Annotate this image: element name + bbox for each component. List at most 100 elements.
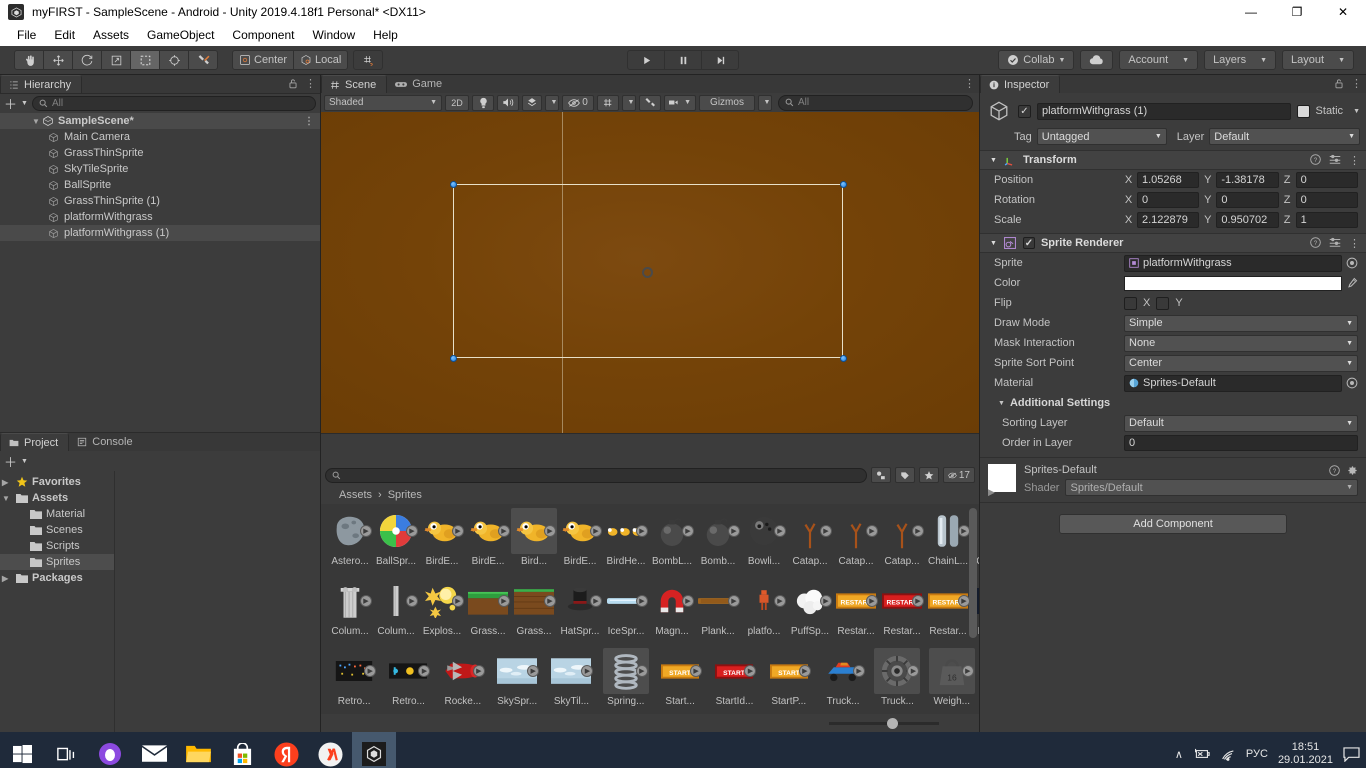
eyedropper-icon[interactable] <box>1346 277 1358 289</box>
gameobject-enabled-checkbox[interactable]: ✓ <box>1018 104 1031 118</box>
scene-tools-button[interactable] <box>639 94 661 111</box>
gizmos-button[interactable]: Gizmos <box>699 94 755 111</box>
scale-tool-button[interactable] <box>101 50 131 70</box>
project-tree-item[interactable]: Material <box>0 506 114 522</box>
grid-snap-button[interactable] <box>353 50 384 70</box>
asset-expand-icon[interactable]: ▶ <box>690 665 703 677</box>
project-search-input[interactable] <box>325 467 867 483</box>
clock[interactable]: 18:51 29.01.2021 <box>1278 741 1333 767</box>
material-picker-icon[interactable] <box>1346 377 1358 389</box>
asset-item[interactable]: START ▶ StartP... <box>762 644 816 714</box>
cloud-button[interactable] <box>1080 50 1114 70</box>
rotate-tool-button[interactable] <box>72 50 102 70</box>
material-expand-arrow[interactable]: ▶ <box>980 487 1366 498</box>
transform-x-input[interactable]: 1.05268 <box>1137 172 1200 188</box>
asset-item[interactable]: RESTART ▶ Restar... <box>833 574 879 644</box>
chevron-down-icon[interactable]: ▼ <box>998 400 1005 407</box>
asset-expand-icon[interactable]: ▶ <box>744 665 757 677</box>
transform-tool-button[interactable] <box>159 50 189 70</box>
asset-expand-icon[interactable]: ▶ <box>544 525 556 537</box>
asset-expand-icon[interactable]: ▶ <box>360 525 372 537</box>
pivot-center-button[interactable]: Center <box>232 50 295 70</box>
move-tool-button[interactable] <box>43 50 73 70</box>
asset-grid-scrollbar[interactable] <box>969 508 977 638</box>
asset-item[interactable]: ▶ Explos... <box>419 574 465 644</box>
toggle-2d-button[interactable]: 2D <box>445 94 469 111</box>
collab-button[interactable]: Collab ▼ <box>998 50 1075 70</box>
asset-expand-icon[interactable]: ▶ <box>452 595 464 607</box>
asset-item[interactable]: ▶ Astero... <box>327 504 373 574</box>
order-in-layer-input[interactable]: 0 <box>1124 435 1358 451</box>
handle-top-left[interactable] <box>450 181 457 188</box>
gameobject-name-input[interactable]: platformWithgrass (1) <box>1037 102 1291 120</box>
start-icon[interactable] <box>0 732 44 768</box>
menu-help[interactable]: Help <box>364 26 407 44</box>
asset-expand-icon[interactable]: ▶ <box>472 665 485 677</box>
asset-item[interactable]: ▶ SkyTil... <box>544 644 598 714</box>
help-icon[interactable]: ? <box>1329 464 1340 476</box>
menu-edit[interactable]: Edit <box>45 26 84 44</box>
notification-icon[interactable] <box>1343 746 1360 762</box>
mail-icon[interactable] <box>132 732 176 768</box>
asset-expand-icon[interactable]: ▶ <box>498 595 510 607</box>
hierarchy-item[interactable]: platformWithgrass (1) <box>0 225 320 241</box>
asset-item[interactable]: ▶ Magn... <box>649 574 695 644</box>
transform-y-input[interactable]: 0.950702 <box>1216 212 1279 228</box>
hierarchy-search-input[interactable]: All <box>31 96 316 111</box>
lighting-toggle-button[interactable] <box>472 94 494 111</box>
asset-expand-icon[interactable]: ▶ <box>774 525 786 537</box>
draw-mode-dropdown[interactable]: Simple ▼ <box>1124 314 1358 332</box>
pivot-rotation-button[interactable]: Local <box>293 50 349 70</box>
project-tree-item[interactable]: ▶ Favorites <box>0 474 114 490</box>
asset-item[interactable]: RESTART ▶ Restar... <box>925 574 971 644</box>
menu-window[interactable]: Window <box>303 26 364 44</box>
pause-button[interactable] <box>664 50 702 70</box>
transform-x-input[interactable]: 0 <box>1137 192 1200 208</box>
project-create-button[interactable]: ＋ ▼ <box>4 452 28 471</box>
asset-item[interactable]: ▶ Catap... <box>879 504 925 574</box>
thumbnail-size-slider[interactable] <box>829 717 939 729</box>
store-icon[interactable] <box>220 732 264 768</box>
slider-knob[interactable] <box>887 717 898 729</box>
project-tree-item[interactable]: Scenes <box>0 522 114 538</box>
asset-expand-icon[interactable]: ▶ <box>527 665 540 677</box>
asset-expand-icon[interactable]: ▶ <box>498 525 510 537</box>
asset-item[interactable]: ▶ Bird... <box>511 504 557 574</box>
preset-icon[interactable] <box>1329 154 1341 167</box>
add-component-button[interactable]: Add Component <box>1059 514 1287 534</box>
asset-expand-icon[interactable]: ▶ <box>590 595 602 607</box>
rect-tool-button[interactable] <box>130 50 160 70</box>
asset-item[interactable]: ▶ Plank... <box>695 574 741 644</box>
hierarchy-item[interactable]: Main Camera <box>0 129 320 145</box>
asset-item[interactable]: ▶ PuffSp... <box>787 574 833 644</box>
hand-tool-button[interactable] <box>14 50 44 70</box>
asset-item[interactable]: ▶ BirdE... <box>557 504 603 574</box>
hierarchy-item[interactable]: BallSprite <box>0 177 320 193</box>
transform-y-input[interactable]: -1.38178 <box>1216 172 1279 188</box>
transform-y-input[interactable]: 0 <box>1216 192 1279 208</box>
sprite-renderer-enabled-checkbox[interactable]: ✓ <box>1022 237 1035 249</box>
asset-item[interactable]: ▶ BombL... <box>649 504 695 574</box>
filter-by-type-button[interactable] <box>871 467 891 483</box>
hierarchy-menu-icon[interactable]: ⋮ <box>305 77 316 90</box>
mask-dropdown[interactable]: None ▼ <box>1124 334 1358 352</box>
asset-item[interactable]: ▶ Rocke... <box>436 644 490 714</box>
inspector-menu-icon[interactable]: ⋮ <box>1351 77 1362 90</box>
scene-search-input[interactable]: All <box>778 94 973 111</box>
lock-icon[interactable] <box>1334 78 1344 89</box>
asset-item[interactable]: ▶ Bowli... <box>741 504 787 574</box>
asset-item[interactable]: ▶ Bomb... <box>695 504 741 574</box>
asset-expand-icon[interactable]: ▶ <box>961 665 974 677</box>
hierarchy-item[interactable]: platformWithgrass <box>0 209 320 225</box>
component-menu-icon[interactable]: ⋮ <box>1349 154 1360 167</box>
sort-point-dropdown[interactable]: Center ▼ <box>1124 354 1358 372</box>
asset-item[interactable]: ▶ BallSpr... <box>373 504 419 574</box>
asset-expand-icon[interactable]: ▶ <box>728 525 740 537</box>
transform-z-input[interactable]: 1 <box>1295 212 1358 228</box>
cortana-icon[interactable] <box>88 732 132 768</box>
additional-settings-row[interactable]: ▼ Additional Settings <box>980 393 1366 413</box>
chevron-down-icon[interactable]: ▼ <box>990 240 997 247</box>
transform-z-input[interactable]: 0 <box>1295 192 1358 208</box>
step-button[interactable] <box>701 50 739 70</box>
asset-expand-icon[interactable]: ▶ <box>364 665 377 677</box>
